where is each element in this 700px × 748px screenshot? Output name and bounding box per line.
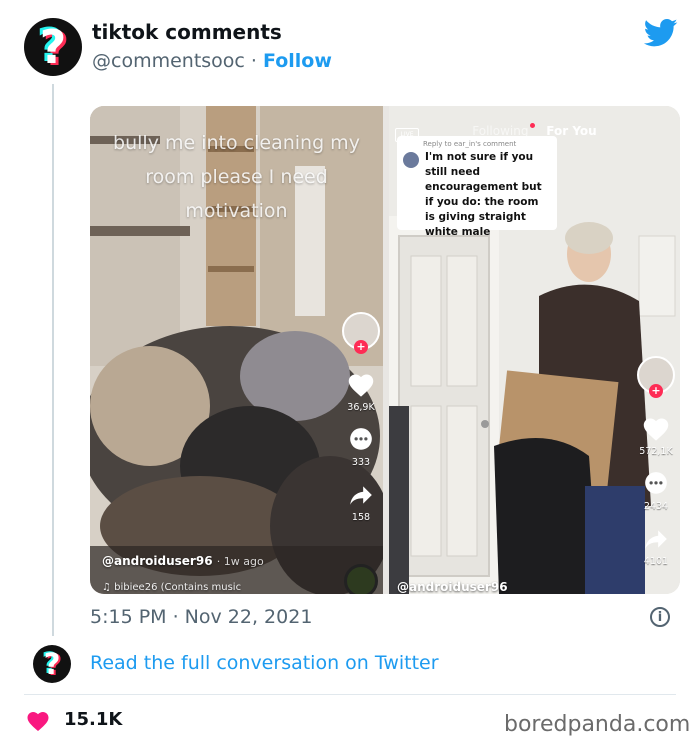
tweet-card: ? tiktok comments @commentsooc · Follow (0, 0, 700, 748)
action-rail-left: + 36,9K 333 158 (342, 312, 380, 537)
thread-line (52, 84, 54, 636)
divider (24, 694, 676, 695)
tweet-timestamp[interactable]: 5:15 PM · Nov 22, 2021 (90, 606, 312, 628)
video-username[interactable]: @androiduser96 (397, 580, 508, 594)
follow-plus-icon[interactable]: + (354, 340, 368, 354)
like-heart-icon[interactable] (26, 710, 50, 732)
handle-row: @commentsooc · Follow (92, 50, 332, 72)
share-count: 158 (351, 512, 371, 523)
posted-ago: · 1w ago (216, 555, 264, 568)
like-count[interactable]: 15.1K (64, 709, 122, 730)
twitter-bird-icon[interactable] (644, 18, 678, 48)
caption-line-3: motivation (185, 200, 288, 222)
read-conversation-link[interactable]: Read the full conversation on Twitter (90, 652, 439, 674)
question-mark-icon: ? (39, 20, 67, 74)
video-left[interactable]: bully me into cleaning my room please I … (90, 106, 383, 594)
share-count: 4101 (643, 556, 669, 567)
follow-plus-icon[interactable]: + (649, 384, 663, 398)
comment-count: 333 (351, 457, 371, 468)
like-count: 36,9K (347, 402, 375, 413)
caption-line-2: room please I need (145, 166, 328, 188)
display-name[interactable]: tiktok comments (92, 20, 282, 44)
reply-text: I'm not sure if you still need encourage… (425, 151, 542, 238)
profile-avatar[interactable]: ? (24, 18, 82, 76)
comment-icon[interactable] (347, 427, 375, 453)
action-rail-right: + 572,1K 2434 4101 (637, 356, 675, 581)
music-note-icon: ♫ (102, 582, 111, 593)
follow-button[interactable]: Follow (263, 50, 332, 72)
creator-avatar[interactable]: + (637, 356, 675, 398)
music-disc-icon[interactable] (344, 564, 378, 594)
music-text: bibiee26 (Contains music (114, 582, 242, 593)
comment-icon[interactable] (642, 471, 670, 497)
music-row[interactable]: ♫ bibiee26 (Contains music (102, 582, 241, 593)
reply-to-label: Reply to ear_in's comment (423, 140, 517, 148)
reply-comment-sticker: Reply to ear_in's comment I'm not sure i… (397, 136, 557, 238)
heart-icon[interactable] (347, 372, 375, 398)
commenter-avatar (403, 152, 419, 168)
info-icon[interactable]: i (650, 607, 670, 627)
username-text[interactable]: @androiduser96 (102, 554, 213, 568)
handle[interactable]: @commentsooc (92, 50, 245, 72)
comment-count: 2434 (643, 501, 669, 512)
video-right[interactable]: LIVE Following For You Reply to ear_in's… (389, 106, 680, 594)
media-container[interactable]: bully me into cleaning my room please I … (90, 106, 680, 594)
separator: · (250, 50, 257, 72)
notification-dot (530, 123, 535, 128)
profile-avatar-small[interactable]: ? (33, 645, 71, 683)
heart-icon[interactable] (642, 416, 670, 442)
like-count: 572,1K (639, 446, 673, 457)
creator-avatar[interactable]: + (342, 312, 380, 354)
watermark: boredpanda.com (504, 712, 691, 737)
question-mark-icon: ? (43, 646, 61, 681)
caption-line-1: bully me into cleaning my (113, 132, 360, 154)
share-icon[interactable] (642, 526, 670, 552)
share-icon[interactable] (347, 482, 375, 508)
video-username[interactable]: @androiduser96 · 1w ago (102, 554, 264, 568)
